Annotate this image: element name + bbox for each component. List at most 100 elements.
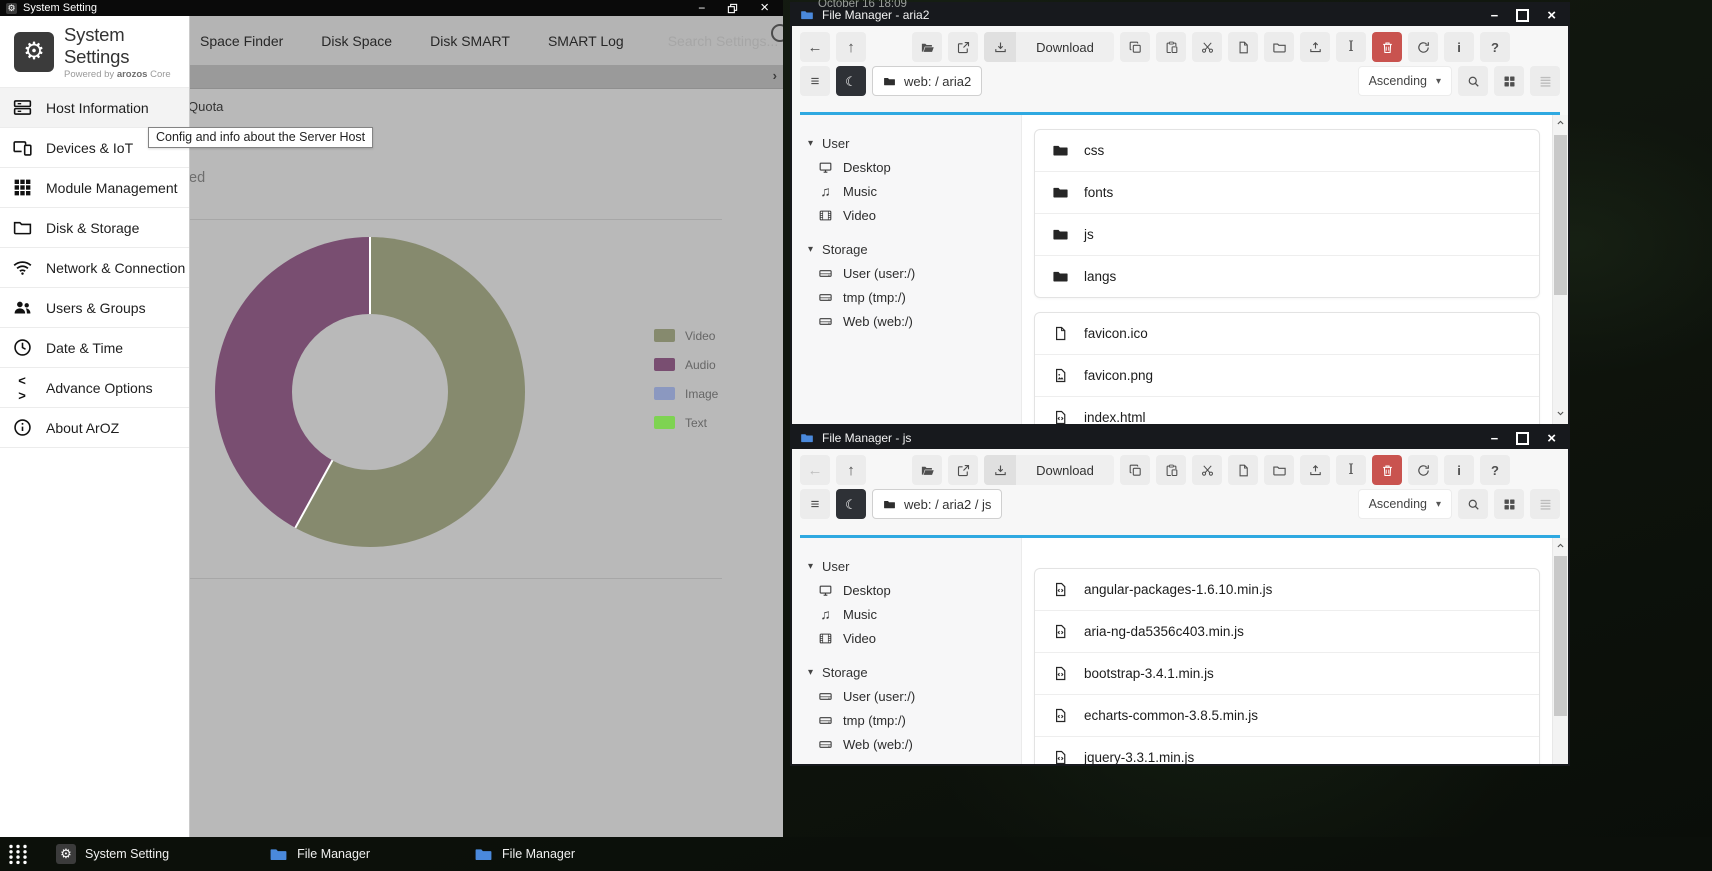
sort-order-dropdown[interactable]: Ascending ▾ xyxy=(1358,66,1452,96)
scroll-up-button[interactable] xyxy=(1553,538,1568,552)
help-button[interactable]: ? xyxy=(1480,455,1510,485)
new-file-button[interactable] xyxy=(1228,455,1258,485)
up-button[interactable]: ↑ xyxy=(836,32,866,62)
delete-button[interactable] xyxy=(1372,455,1402,485)
sidebar-item-network-connection[interactable]: Network & Connection xyxy=(0,248,189,288)
restore-button[interactable] xyxy=(727,3,738,14)
sidebar-item-advance-options[interactable]: < > Advance Options xyxy=(0,368,189,408)
settings-search-input[interactable] xyxy=(666,32,783,50)
open-button[interactable] xyxy=(912,455,942,485)
download-button[interactable]: Download xyxy=(984,32,1114,62)
file-row-css[interactable]: css xyxy=(1035,130,1539,171)
menu-button[interactable]: ≡ xyxy=(800,66,830,96)
taskbar-item-system-setting[interactable]: ⚙ System Setting xyxy=(56,844,169,864)
tree-item-music[interactable]: ♫Music xyxy=(808,602,1021,626)
upload-button[interactable] xyxy=(1300,32,1330,62)
file-row-bootstrap[interactable]: bootstrap-3.4.1.min.js xyxy=(1035,652,1539,694)
app-launcher-button[interactable] xyxy=(6,842,30,866)
tab-smart-log[interactable]: SMART Log xyxy=(548,33,624,49)
file-row-favicon-png[interactable]: favicon.png xyxy=(1035,354,1539,396)
paste-button[interactable] xyxy=(1156,455,1186,485)
file-row-angular[interactable]: angular-packages-1.6.10.min.js xyxy=(1035,569,1539,610)
tree-item-tmp-drive[interactable]: tmp (tmp:/) xyxy=(808,708,1021,732)
minimize-button[interactable]: − xyxy=(1491,8,1499,23)
sidebar-item-module-management[interactable]: Module Management xyxy=(0,168,189,208)
theme-toggle-button[interactable]: ☾ xyxy=(836,489,866,519)
sort-order-dropdown[interactable]: Ascending ▾ xyxy=(1358,489,1452,519)
sidebar-item-host-information[interactable]: Host Information xyxy=(0,88,189,128)
tree-item-web-drive[interactable]: Web (web:/) xyxy=(808,309,1021,333)
open-in-new-window-button[interactable] xyxy=(948,32,978,62)
tree-item-desktop[interactable]: Desktop xyxy=(808,578,1021,602)
file-row-index-html[interactable]: index.html xyxy=(1035,396,1539,424)
scroll-up-button[interactable] xyxy=(1553,115,1568,129)
taskbar-item-file-manager-2[interactable]: File Manager xyxy=(474,845,575,864)
theme-toggle-button[interactable]: ☾ xyxy=(836,66,866,96)
open-button[interactable] xyxy=(912,32,942,62)
sidebar-item-date-time[interactable]: Date & Time xyxy=(0,328,189,368)
sidebar-item-disk-storage[interactable]: Disk & Storage xyxy=(0,208,189,248)
settings-titlebar[interactable]: ⚙ System Setting − × xyxy=(0,0,783,16)
minimize-button[interactable]: − xyxy=(698,2,705,14)
maximize-button[interactable] xyxy=(1516,432,1529,445)
scroll-down-button[interactable] xyxy=(1553,406,1568,420)
file-row-jquery[interactable]: jquery-3.3.1.min.js xyxy=(1035,736,1539,764)
list-view-button[interactable] xyxy=(1530,66,1560,96)
copy-button[interactable] xyxy=(1120,455,1150,485)
fm2-scrollbar[interactable] xyxy=(1552,538,1568,764)
back-button[interactable]: ← xyxy=(800,455,830,485)
tree-item-video[interactable]: Video xyxy=(808,626,1021,650)
close-button[interactable]: × xyxy=(1547,7,1556,24)
fm1-scrollbar[interactable] xyxy=(1552,115,1568,424)
scrollbar-thumb[interactable] xyxy=(1554,135,1567,295)
close-button[interactable]: × xyxy=(1547,430,1556,447)
fm1-titlebar[interactable]: File Manager - aria2 − × xyxy=(792,4,1568,26)
file-row-js[interactable]: js xyxy=(1035,213,1539,255)
tree-item-user-drive[interactable]: User (user:/) xyxy=(808,261,1021,285)
tab-disk-space[interactable]: Disk Space xyxy=(321,33,392,49)
rename-button[interactable]: I xyxy=(1336,32,1366,62)
tab-scroll-right-icon[interactable]: › xyxy=(773,68,777,83)
tree-item-user-drive[interactable]: User (user:/) xyxy=(808,684,1021,708)
maximize-button[interactable] xyxy=(1516,9,1529,22)
list-view-button[interactable] xyxy=(1530,489,1560,519)
cut-button[interactable] xyxy=(1192,455,1222,485)
search-button[interactable] xyxy=(1458,66,1488,96)
up-button[interactable]: ↑ xyxy=(836,455,866,485)
fm2-titlebar[interactable]: File Manager - js − × xyxy=(792,427,1568,449)
copy-button[interactable] xyxy=(1120,32,1150,62)
file-row-langs[interactable]: langs xyxy=(1035,255,1539,297)
grid-view-button[interactable] xyxy=(1494,66,1524,96)
file-row-favicon-ico[interactable]: favicon.ico xyxy=(1035,313,1539,354)
legend-item-image[interactable]: Image xyxy=(654,387,718,400)
refresh-button[interactable] xyxy=(1408,32,1438,62)
help-button[interactable]: ? xyxy=(1480,32,1510,62)
tree-group-storage[interactable]: ▾Storage xyxy=(808,660,1021,684)
file-row-echarts[interactable]: echarts-common-3.8.5.min.js xyxy=(1035,694,1539,736)
back-button[interactable]: ← xyxy=(800,32,830,62)
taskbar-item-file-manager-1[interactable]: File Manager xyxy=(269,845,370,864)
tab-space-finder[interactable]: Space Finder xyxy=(200,33,283,49)
tab-disk-smart[interactable]: Disk SMART xyxy=(430,33,510,49)
tree-group-user[interactable]: ▾User xyxy=(808,554,1021,578)
grid-view-button[interactable] xyxy=(1494,489,1524,519)
tree-group-storage[interactable]: ▾Storage xyxy=(808,237,1021,261)
sidebar-item-users-groups[interactable]: Users & Groups xyxy=(0,288,189,328)
breadcrumb[interactable]: web: / aria2 xyxy=(872,66,982,96)
close-button[interactable]: × xyxy=(760,2,769,14)
legend-item-video[interactable]: Video xyxy=(654,329,718,342)
scrollbar-thumb[interactable] xyxy=(1554,556,1567,716)
storage-donut-chart[interactable] xyxy=(215,237,525,547)
upload-button[interactable] xyxy=(1300,455,1330,485)
new-file-button[interactable] xyxy=(1228,32,1258,62)
properties-button[interactable]: i xyxy=(1444,455,1474,485)
tree-group-user[interactable]: ▾User xyxy=(808,131,1021,155)
cut-button[interactable] xyxy=(1192,32,1222,62)
breadcrumb[interactable]: web: / aria2 / js xyxy=(872,489,1002,519)
minimize-button[interactable]: − xyxy=(1491,431,1499,446)
tree-item-music[interactable]: ♫Music xyxy=(808,179,1021,203)
search-button[interactable] xyxy=(1458,489,1488,519)
menu-button[interactable]: ≡ xyxy=(800,489,830,519)
delete-button[interactable] xyxy=(1372,32,1402,62)
legend-item-audio[interactable]: Audio xyxy=(654,358,718,371)
